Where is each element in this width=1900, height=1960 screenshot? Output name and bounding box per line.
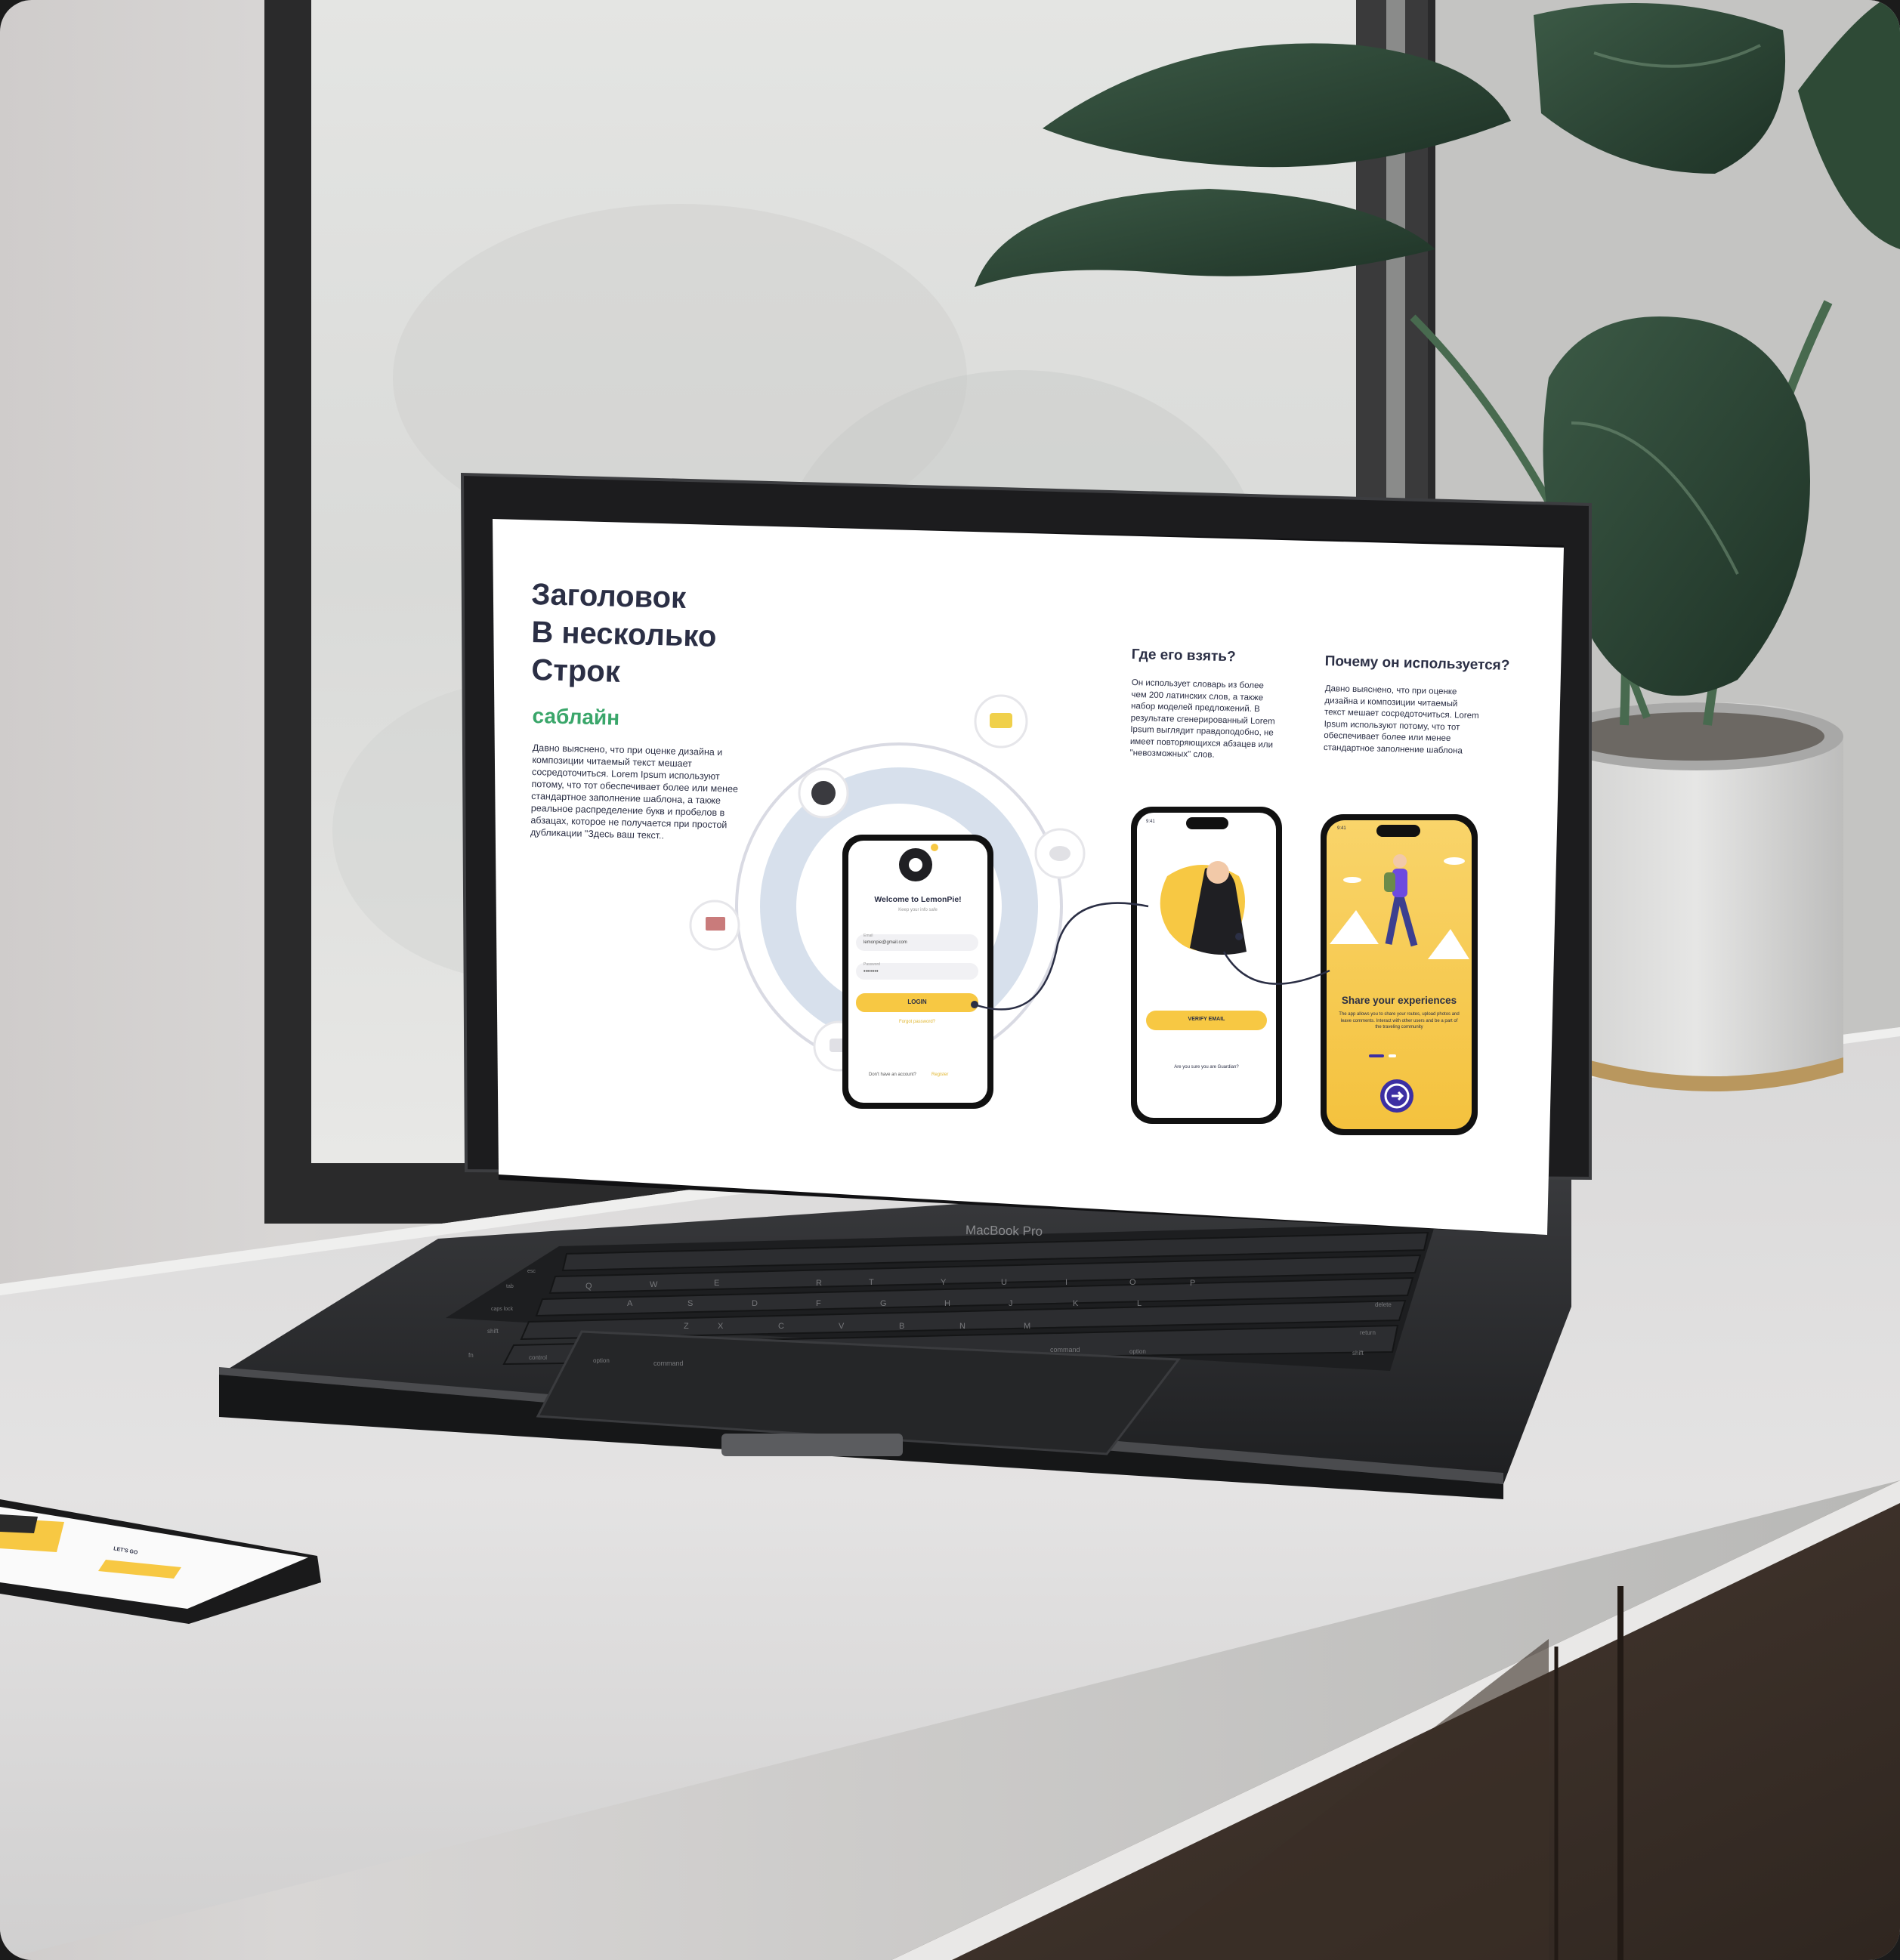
key-c[interactable]: C: [778, 1322, 784, 1331]
key-q[interactable]: Q: [585, 1282, 592, 1291]
key-g[interactable]: G: [880, 1299, 887, 1308]
key-command-right[interactable]: command: [1050, 1346, 1080, 1353]
key-b[interactable]: B: [899, 1322, 904, 1331]
key-control[interactable]: control: [529, 1354, 547, 1361]
key-i[interactable]: I: [1065, 1278, 1067, 1287]
key-z[interactable]: Z: [684, 1322, 689, 1331]
column-2-text: Давно выяснено, что при оценке дизайна и…: [1323, 684, 1479, 755]
key-delete[interactable]: delete: [1375, 1301, 1392, 1308]
key-option-right[interactable]: option: [1129, 1348, 1146, 1355]
key-j[interactable]: J: [1009, 1299, 1013, 1308]
photo-scene: Заголовок В несколько Строк саблайн Давн…: [0, 0, 1900, 1960]
key-d[interactable]: D: [752, 1299, 758, 1308]
key-s[interactable]: S: [687, 1299, 693, 1308]
key-h[interactable]: H: [944, 1299, 950, 1308]
phone1-email-label: Email: [863, 934, 873, 938]
key-esc[interactable]: esc: [527, 1269, 536, 1274]
key-o[interactable]: O: [1129, 1278, 1136, 1287]
key-y[interactable]: Y: [941, 1278, 946, 1287]
key-return[interactable]: return: [1360, 1329, 1376, 1336]
screen-heading-line-3: Строк: [530, 653, 621, 689]
key-tab[interactable]: tab: [506, 1284, 514, 1289]
phone2-question: Are you sure you are Guardian?: [1174, 1065, 1239, 1070]
phone1-subtitle: Keep your info safe: [898, 908, 938, 912]
phone1-login-button[interactable]: LOGIN: [856, 999, 978, 1005]
key-caps-lock[interactable]: caps lock: [491, 1307, 513, 1312]
key-fn[interactable]: fn: [468, 1352, 474, 1359]
key-option-left[interactable]: option: [593, 1357, 610, 1364]
phone1-signup-prompt: Don't have an account?: [869, 1073, 916, 1077]
phone1-title: Welcome to LemonPie!: [874, 895, 962, 904]
phone2-time: 9:41: [1146, 819, 1155, 824]
phone3-body: The app allows you to share your routes,…: [1339, 1012, 1460, 1029]
key-m[interactable]: M: [1024, 1322, 1030, 1331]
key-r[interactable]: R: [816, 1279, 822, 1288]
key-e[interactable]: E: [714, 1279, 719, 1288]
key-k[interactable]: K: [1073, 1299, 1078, 1308]
key-f[interactable]: F: [816, 1299, 821, 1308]
key-u[interactable]: U: [1001, 1278, 1007, 1287]
key-shift-right[interactable]: shift: [1352, 1350, 1364, 1357]
screen-tagline: саблайн: [532, 704, 620, 730]
phone2-verify-button[interactable]: VERIFY EMAIL: [1146, 1017, 1267, 1022]
key-shift-left[interactable]: shift: [487, 1328, 499, 1335]
key-command-left[interactable]: command: [653, 1360, 684, 1367]
phone3-time: 9:41: [1337, 826, 1346, 831]
key-v[interactable]: V: [839, 1322, 844, 1331]
phone1-signup-link[interactable]: Register: [931, 1073, 948, 1077]
key-n[interactable]: N: [959, 1322, 965, 1331]
phone1-forgot-link[interactable]: Forgot password?: [856, 1020, 978, 1024]
screen-heading-line-2: В несколько: [530, 616, 717, 653]
phone1-password-label: Password: [863, 962, 880, 967]
screen-heading-line-1: Заголовок: [530, 578, 687, 615]
key-w[interactable]: W: [650, 1280, 657, 1289]
key-x[interactable]: X: [718, 1322, 723, 1331]
column-1-text: Он использует словарь из более чем 200 л…: [1129, 678, 1275, 760]
phone1-email-field[interactable]: lemonpie@gmail.com: [863, 940, 907, 945]
phone1-password-field[interactable]: ••••••••: [863, 969, 879, 974]
key-a[interactable]: A: [627, 1299, 632, 1308]
key-t[interactable]: T: [869, 1278, 874, 1287]
key-l[interactable]: L: [1137, 1299, 1142, 1308]
key-p[interactable]: P: [1190, 1279, 1195, 1288]
scene-illustration: [0, 0, 1900, 1960]
column-1-title: Где его взять?: [1131, 647, 1236, 665]
phone3-title: Share your experiences: [1341, 995, 1457, 1006]
screen-intro-text: Давно выяснено, что при оценке дизайна и…: [530, 742, 739, 841]
macbook-pro-label: MacBook Pro: [965, 1223, 1043, 1239]
